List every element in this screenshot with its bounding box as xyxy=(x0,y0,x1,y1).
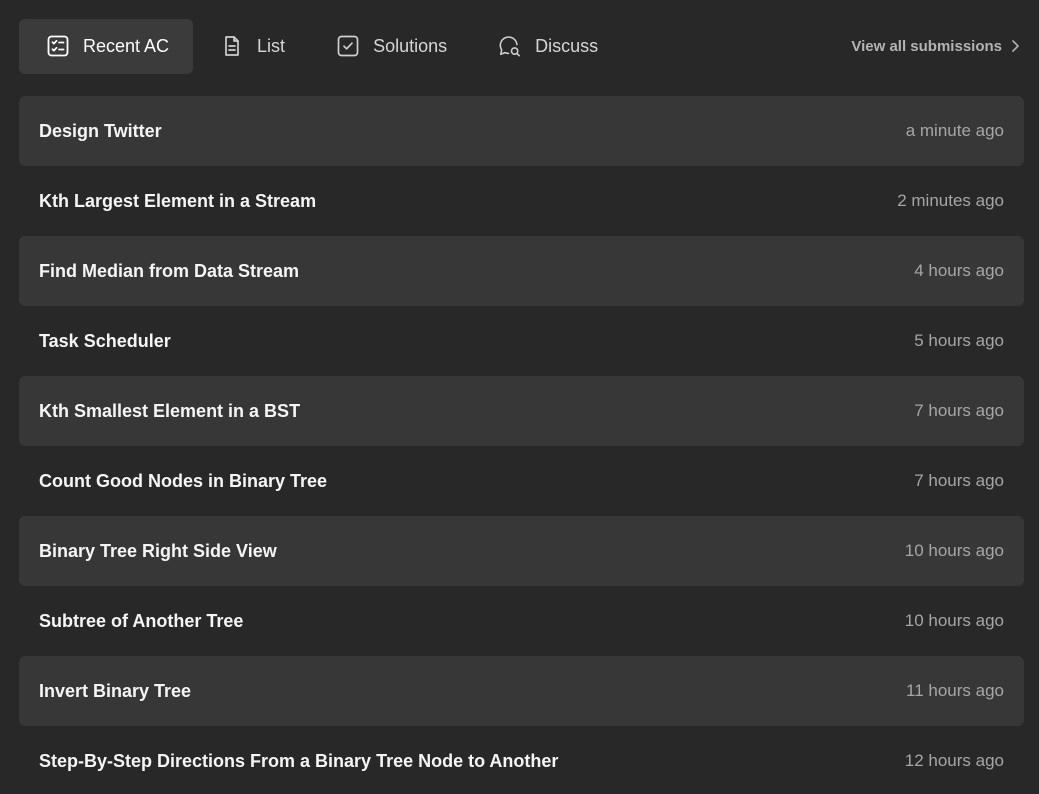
submission-row[interactable]: Kth Smallest Element in a BST 7 hours ag… xyxy=(19,376,1024,446)
chevron-right-icon xyxy=(1010,39,1020,53)
problem-title[interactable]: Kth Smallest Element in a BST xyxy=(39,401,300,422)
problem-title[interactable]: Step-By-Step Directions From a Binary Tr… xyxy=(39,751,558,772)
tab-label: Recent AC xyxy=(83,35,170,56)
checkbox-icon xyxy=(336,34,360,58)
chat-search-icon xyxy=(498,34,522,58)
problem-title[interactable]: Design Twitter xyxy=(39,121,162,142)
tab-label: Solutions xyxy=(373,35,448,56)
submission-time: a minute ago xyxy=(905,121,1004,140)
view-all-label: View all submissions xyxy=(851,37,1002,55)
tab-discuss[interactable]: Discuss xyxy=(471,19,622,74)
submission-time: 7 hours ago xyxy=(914,471,1004,490)
submissions-panel: Recent AC List Solutions Discuss View al… xyxy=(0,0,1039,794)
submission-time: 5 hours ago xyxy=(914,331,1004,350)
submission-row[interactable]: Binary Tree Right Side View 10 hours ago xyxy=(19,516,1024,586)
problem-title[interactable]: Count Good Nodes in Binary Tree xyxy=(39,471,327,492)
tab-label: List xyxy=(257,35,286,56)
problem-title[interactable]: Binary Tree Right Side View xyxy=(39,541,277,562)
submission-row[interactable]: Task Scheduler 5 hours ago xyxy=(19,306,1024,376)
submission-time: 4 hours ago xyxy=(914,261,1004,280)
problem-title[interactable]: Invert Binary Tree xyxy=(39,681,191,702)
tab-recent-ac[interactable]: Recent AC xyxy=(19,18,194,74)
submission-row[interactable]: Subtree of Another Tree 10 hours ago xyxy=(19,586,1024,656)
document-icon xyxy=(220,34,244,58)
submission-time: 11 hours ago xyxy=(906,681,1004,700)
submission-time: 10 hours ago xyxy=(904,611,1004,630)
submission-row[interactable]: Invert Binary Tree 11 hours ago xyxy=(19,656,1024,726)
tab-list[interactable]: List xyxy=(193,19,309,74)
problem-title[interactable]: Find Median from Data Stream xyxy=(39,261,299,282)
submission-row[interactable]: Step-By-Step Directions From a Binary Tr… xyxy=(19,726,1024,794)
submission-list: Design Twitter a minute ago Kth Largest … xyxy=(19,96,1024,794)
submission-time: 2 minutes ago xyxy=(897,191,1004,210)
view-all-submissions-link[interactable]: View all submissions xyxy=(851,38,1024,55)
problem-title[interactable]: Task Scheduler xyxy=(39,331,171,352)
submission-row[interactable]: Count Good Nodes in Binary Tree 7 hours … xyxy=(19,446,1024,516)
problem-title[interactable]: Subtree of Another Tree xyxy=(39,611,243,632)
tab-label: Discuss xyxy=(535,35,599,56)
tab-bar: Recent AC List Solutions Discuss View al… xyxy=(19,18,1024,74)
submission-row[interactable]: Find Median from Data Stream 4 hours ago xyxy=(19,236,1024,306)
submission-time: 10 hours ago xyxy=(904,541,1004,560)
submission-time: 12 hours ago xyxy=(904,751,1004,770)
checklist-icon xyxy=(46,34,70,58)
problem-title[interactable]: Kth Largest Element in a Stream xyxy=(39,191,316,212)
submission-row[interactable]: Kth Largest Element in a Stream 2 minute… xyxy=(19,166,1024,236)
submission-time: 7 hours ago xyxy=(914,401,1004,420)
tab-solutions[interactable]: Solutions xyxy=(309,19,471,74)
submission-row[interactable]: Design Twitter a minute ago xyxy=(19,96,1024,166)
